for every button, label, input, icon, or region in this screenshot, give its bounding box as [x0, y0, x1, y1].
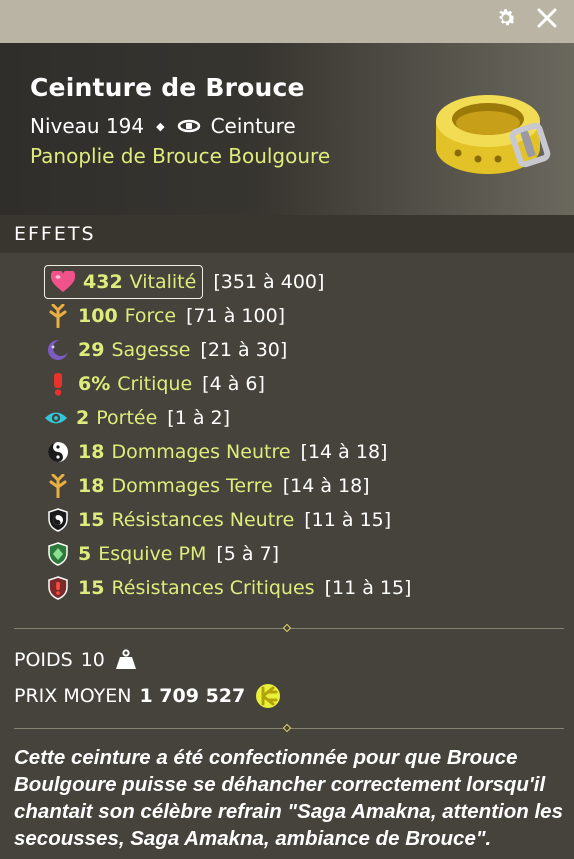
effect-name: Force: [124, 305, 177, 327]
item-name: Ceinture de Brouce: [30, 73, 305, 102]
effect-range: [1 à 2]: [167, 407, 231, 429]
weight-label: POIDS: [14, 649, 73, 671]
divider-diamond-icon: [282, 723, 292, 733]
effect-name: Dommages Neutre: [111, 441, 291, 463]
effect-value: 15: [78, 509, 105, 531]
effect-value: 18: [78, 475, 105, 497]
window-topbar: [0, 0, 574, 43]
effect-row: 15 Résistances Critiques [11 à 15]: [44, 571, 564, 605]
effect-range: [21 à 30]: [200, 339, 288, 361]
item-description: Cette ceinture a été confectionnée pour …: [14, 746, 563, 850]
effect-range: [14 à 18]: [300, 441, 388, 463]
effect-name: Sagesse: [111, 339, 191, 361]
effect-name: Résistances Neutre: [111, 509, 295, 531]
effect-value: 2: [76, 407, 90, 429]
effect-value: 100: [78, 305, 118, 327]
critical-shield-icon: [46, 576, 70, 600]
effect-range: [11 à 15]: [304, 509, 392, 531]
weight-icon: [115, 649, 136, 669]
gear-icon[interactable]: [494, 6, 518, 30]
item-average-price: PRIX MOYEN 1 709 527: [14, 683, 281, 709]
effect-row: 15 Résistances Neutre [11 à 15]: [44, 503, 564, 537]
effect-name: Esquive PM: [98, 543, 207, 565]
effect-row: 18 Dommages Terre [14 à 18]: [44, 469, 564, 503]
neutral-shield-icon: [46, 508, 70, 532]
effect-name: Critique: [117, 373, 193, 395]
effect-row: 432 Vitalité [351 à 400]: [44, 265, 564, 299]
effects-section-header: EFFETS: [0, 215, 574, 253]
effect-name: Vitalité: [129, 271, 197, 293]
weight-value: 10: [80, 649, 105, 671]
effect-value: 5: [78, 543, 92, 565]
close-icon[interactable]: [534, 5, 560, 31]
effects-header-label: EFFETS: [14, 223, 96, 245]
effect-range: [5 à 7]: [216, 543, 280, 565]
item-subtitle: Niveau 194 ◆ Ceinture: [30, 114, 296, 138]
effect-value: 15: [78, 577, 105, 599]
effect-row: 29 Sagesse [21 à 30]: [44, 333, 564, 367]
separator-diamond-icon: ◆: [156, 119, 165, 133]
effect-value: 432: [83, 271, 123, 293]
item-header: Ceinture de Brouce Niveau 194 ◆ Ceinture…: [0, 43, 574, 215]
effect-highlight-box[interactable]: 432 Vitalité: [44, 265, 204, 299]
effect-row: 100 Force [71 à 100]: [44, 299, 564, 333]
effect-row: 6% Critique [4 à 6]: [44, 367, 564, 401]
price-value: 1 709 527: [139, 685, 246, 707]
effect-range: [4 à 6]: [202, 373, 265, 395]
wisdom-icon: [46, 338, 70, 362]
effect-value: 18: [78, 441, 105, 463]
kamas-icon: [256, 684, 281, 708]
strength-icon: [46, 304, 70, 328]
effect-value: 29: [78, 339, 105, 361]
effects-list: 432 Vitalité [351 à 400] 100 Force [71 à…: [44, 265, 564, 605]
price-label: PRIX MOYEN: [14, 685, 132, 707]
belt-item-image: [436, 95, 551, 174]
item-type: Ceinture: [210, 114, 296, 138]
effect-row: 2 Portée [1 à 2]: [44, 401, 564, 435]
effect-row: 18 Dommages Neutre [14 à 18]: [44, 435, 564, 469]
effect-value: 6%: [78, 373, 111, 395]
effect-name: Portée: [96, 407, 158, 429]
yin-yang-icon: [46, 440, 70, 464]
effect-row: 5 Esquive PM [5 à 7]: [44, 537, 564, 571]
eye-icon: [44, 406, 68, 430]
effect-range: [71 à 100]: [186, 305, 286, 327]
divider-diamond-icon: [282, 623, 292, 633]
item-weight: POIDS 10: [14, 649, 137, 671]
effect-name: Résistances Critiques: [111, 577, 315, 599]
earth-icon: [46, 474, 70, 498]
green-shield-icon: [46, 542, 70, 566]
belt-type-icon: [177, 119, 200, 133]
effect-range: [351 à 400]: [213, 271, 325, 293]
effect-range: [11 à 15]: [324, 577, 412, 599]
heart-icon: [51, 270, 75, 294]
item-set-link[interactable]: Panoplie de Brouce Boulgoure: [30, 144, 330, 168]
critical-icon: [46, 372, 70, 396]
effect-name: Dommages Terre: [111, 475, 273, 497]
effect-range: [14 à 18]: [282, 475, 370, 497]
item-level: Niveau 194: [30, 114, 145, 138]
